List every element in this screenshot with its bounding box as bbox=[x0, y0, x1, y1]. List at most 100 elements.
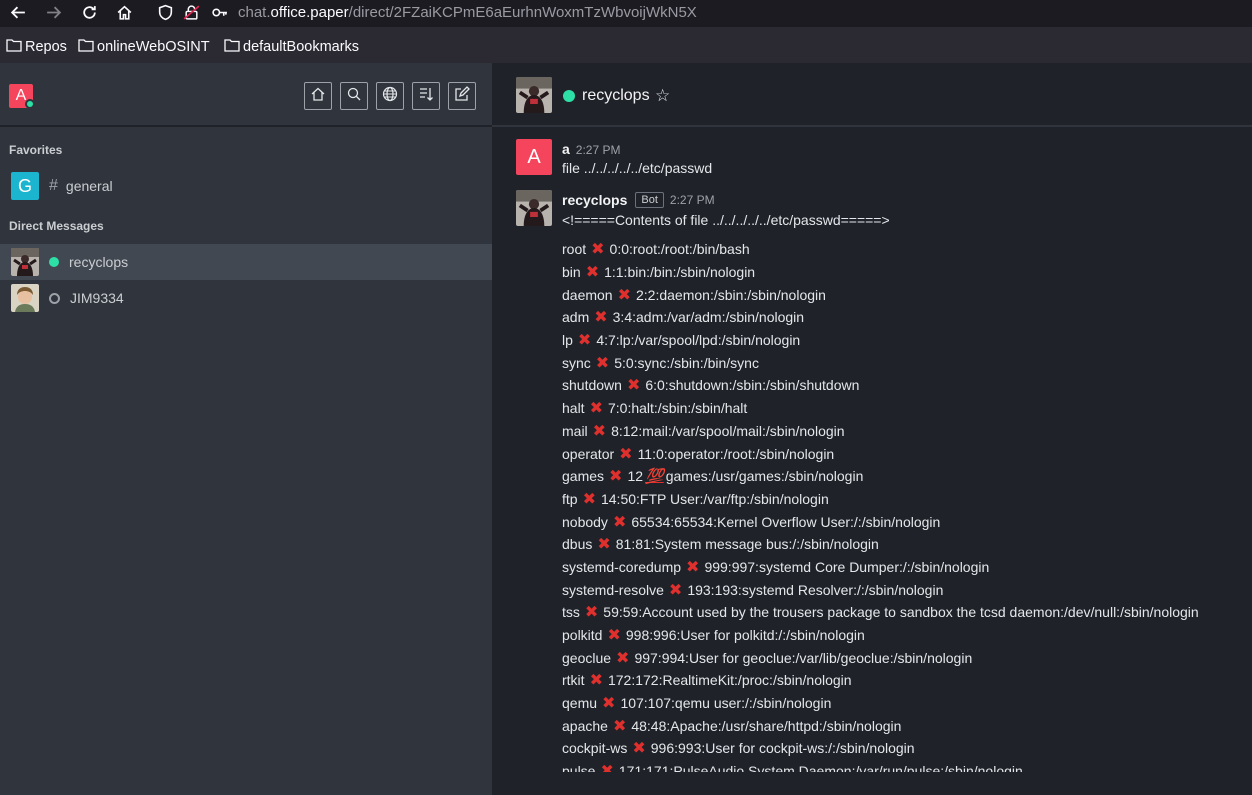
passwd-user: mail bbox=[562, 422, 588, 439]
star-icon[interactable]: ☆ bbox=[655, 86, 670, 106]
passwd-fields: 81:81:System message bus:/:/sbin/nologin bbox=[615, 536, 879, 553]
passwd-content: root ✖ 0:0:root:/root:/bin/bash bin ✖ 1:1:bin… bbox=[562, 238, 1242, 772]
passwd-user: cockpit-ws bbox=[562, 740, 628, 757]
cross-mark-icon: ✖ bbox=[616, 649, 630, 667]
cross-mark-icon: ✖ bbox=[686, 558, 700, 576]
create-new-button[interactable] bbox=[448, 82, 476, 110]
favorites-title: Favorites bbox=[9, 143, 63, 157]
passwd-user: nobody bbox=[562, 513, 608, 530]
bookmark-label: onlineWebOSINT bbox=[97, 39, 210, 55]
recyclops-avatar bbox=[11, 248, 39, 276]
passwd-fields: 999:997:systemd Core Dumper:/:/sbin/nolo… bbox=[704, 558, 990, 575]
cross-mark-icon: ✖ bbox=[585, 264, 600, 282]
cross-mark-icon: ✖ bbox=[584, 604, 599, 622]
passwd-fields: 48:48:Apache:/usr/share/httpd:/sbin/nolo… bbox=[631, 717, 902, 734]
cross-mark-icon: ✖ bbox=[632, 740, 646, 758]
directory-button[interactable] bbox=[376, 82, 404, 110]
bookmark-onlinewebosint[interactable]: onlineWebOSINT bbox=[78, 38, 210, 56]
passwd-fields: 996:993:User for cockpit-ws:/:/sbin/nolo… bbox=[650, 740, 915, 757]
sidebar-item-general[interactable]: G # general bbox=[0, 168, 492, 204]
bookmark-label: Repos bbox=[25, 39, 67, 55]
sidebar-item-recyclops[interactable]: recyclops bbox=[0, 244, 492, 280]
message-author[interactable]: a bbox=[562, 141, 570, 157]
online-status-dot bbox=[563, 90, 575, 102]
bookmark-repos[interactable]: Repos bbox=[6, 38, 67, 56]
message-text: file ../../../../../etc/passwd bbox=[562, 160, 713, 176]
passwd-fields: 1:1:bin:/bin:/sbin/nologin bbox=[604, 264, 756, 281]
passwd-line: root ✖ 0:0:root:/root:/bin/bash bbox=[562, 238, 1242, 261]
search-button[interactable] bbox=[340, 82, 368, 110]
passwd-user: tss bbox=[562, 604, 580, 621]
passwd-user: adm bbox=[562, 309, 590, 326]
passwd-user: daemon bbox=[562, 286, 613, 303]
passwd-user: ftp bbox=[562, 490, 578, 507]
passwd-fields: 5:0:sync:/sbin:/bin/sync bbox=[614, 354, 759, 371]
passwd-user: geoclue bbox=[562, 649, 612, 666]
passwd-user: shutdown bbox=[562, 377, 622, 394]
passwd-line: dbus ✖ 81:81:System message bus:/:/sbin/no… bbox=[562, 533, 1242, 556]
passwd-fields: 171:171:PulseAudio System Daemon:/var/ru… bbox=[618, 763, 1023, 772]
address-bar[interactable]: chat.office.paper/direct/2FZaiKCPmE6aEur… bbox=[238, 4, 697, 21]
passwd-line: ftp ✖ 14:50:FTP User:/var/ftp:/sbin/nologi… bbox=[562, 488, 1242, 511]
passwd-line: adm ✖ 3:4:adm:/var/adm:/sbin/nologin bbox=[562, 306, 1242, 329]
cross-mark-icon: ✖ bbox=[612, 717, 627, 735]
message-avatar[interactable]: A bbox=[516, 139, 552, 175]
hash-icon: # bbox=[49, 177, 58, 194]
passwd-fields: 997:994:User for geoclue:/var/lib/geoclu… bbox=[634, 649, 973, 666]
jim9334-avatar bbox=[11, 284, 39, 312]
home-icon[interactable] bbox=[114, 2, 134, 22]
passwd-fields: 8:12:mail:/var/spool/mail:/sbin/nologin bbox=[611, 422, 845, 439]
room-header: recyclops ☆ bbox=[492, 63, 1252, 127]
folder-icon bbox=[78, 38, 97, 56]
cross-mark-icon: ✖ bbox=[626, 377, 641, 395]
passwd-line: geoclue ✖ 997:994:User for geoclue:/var/li… bbox=[562, 646, 1242, 669]
cross-mark-icon: ✖ bbox=[668, 581, 683, 599]
passwd-user: root bbox=[562, 241, 587, 258]
user-status-dot bbox=[25, 99, 35, 109]
url-prefix: chat. bbox=[238, 4, 271, 21]
edit-icon bbox=[454, 85, 470, 107]
passwd-fields: 11:0:operator:/root:/sbin/nologin bbox=[637, 445, 835, 462]
passwd-line: operator ✖ 11:0:operator:/root:/sbin/nolog… bbox=[562, 442, 1242, 465]
passwd-user: systemd-resolve bbox=[562, 581, 664, 598]
passwd-fields: 0:0:root:/root:/bin/bash bbox=[609, 241, 750, 258]
passwd-user: halt bbox=[562, 400, 585, 417]
url-host: office.paper bbox=[270, 4, 349, 21]
message-header: recyclops Bot 2:27 PM bbox=[562, 192, 715, 208]
home-button[interactable] bbox=[304, 82, 332, 110]
sort-icon bbox=[418, 86, 434, 107]
cross-mark-icon: ✖ bbox=[619, 445, 633, 463]
cross-mark-icon: ✖ bbox=[609, 468, 623, 486]
passwd-line: apache ✖ 48:48:Apache:/usr/share/httpd:/sb… bbox=[562, 714, 1242, 737]
key-icon[interactable] bbox=[209, 2, 229, 22]
message-header: a 2:27 PM bbox=[562, 141, 621, 157]
shield-icon[interactable] bbox=[155, 2, 175, 22]
passwd-fields: 172:172:RealtimeKit:/proc:/sbin/nologin bbox=[607, 672, 852, 689]
passwd-line: tss ✖ 59:59:Account used by the trousers p… bbox=[562, 601, 1242, 624]
message-avatar[interactable] bbox=[516, 190, 552, 226]
cross-mark-icon: ✖ bbox=[617, 286, 631, 304]
back-icon[interactable] bbox=[8, 2, 28, 22]
passwd-line: lp ✖ 4:7:lp:/var/spool/lpd:/sbin/nologin bbox=[562, 329, 1242, 352]
passwd-user: operator bbox=[562, 445, 615, 462]
passwd-fields: 2:2:daemon:/sbin:/sbin/nologin bbox=[636, 286, 826, 303]
bookmark-defaultbookmarks[interactable]: defaultBookmarks bbox=[224, 38, 359, 56]
cross-mark-icon: ✖ bbox=[589, 672, 603, 690]
message-author[interactable]: recyclops bbox=[562, 192, 627, 208]
bookmarks-bar: Repos onlineWebOSINT defaultBookmarks bbox=[0, 27, 1252, 63]
message-time: 2:27 PM bbox=[669, 193, 715, 207]
online-status-dot bbox=[49, 257, 59, 267]
passwd-fields: 998:996:User for polkitd:/:/sbin/nologin bbox=[625, 627, 865, 644]
passwd-fields: 6:0:shutdown:/sbin:/sbin/shutdown bbox=[645, 377, 860, 394]
reload-icon[interactable] bbox=[79, 2, 99, 22]
passwd-user: sync bbox=[562, 354, 591, 371]
home-icon bbox=[310, 86, 326, 107]
sidebar-item-jim9334[interactable]: JIM9334 bbox=[0, 280, 492, 316]
passwd-line: systemd-coredump ✖ 999:997:systemd Core Du… bbox=[562, 556, 1242, 579]
sort-button[interactable] bbox=[412, 82, 440, 110]
insecure-lock-icon[interactable] bbox=[181, 2, 201, 22]
sidebar-item-label: recyclops bbox=[69, 254, 129, 270]
globe-icon bbox=[382, 86, 398, 107]
folder-icon bbox=[6, 38, 25, 56]
forward-icon[interactable] bbox=[43, 2, 63, 22]
